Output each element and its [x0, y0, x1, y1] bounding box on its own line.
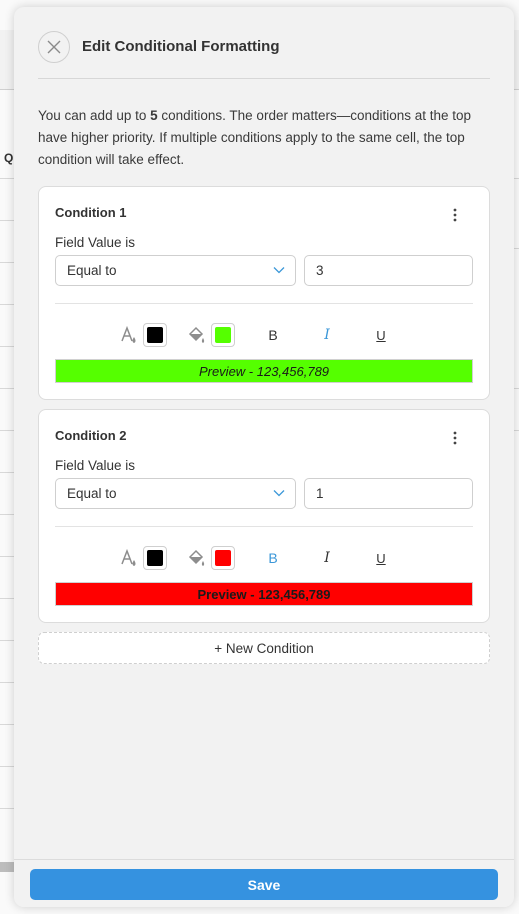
divider: [55, 526, 473, 527]
conditional-formatting-panel: Edit Conditional Formatting You can add …: [14, 7, 514, 907]
save-button[interactable]: Save: [30, 869, 498, 900]
condition-value-input[interactable]: [304, 255, 473, 286]
sheet-scrollbar: [0, 862, 14, 872]
panel-title: Edit Conditional Formatting: [82, 38, 280, 55]
field-value-label: Field Value is: [55, 235, 136, 250]
condition-card-2: Condition 2 Field Value is Equal to 1 B …: [38, 409, 490, 623]
more-vertical-icon: [453, 431, 457, 445]
underline-button[interactable]: U: [371, 323, 391, 347]
font-color-icon[interactable]: [119, 546, 139, 570]
condition-card-1: Condition 1 Field Value is Equal to 3 B …: [38, 186, 490, 400]
panel-footer: Save: [14, 859, 514, 907]
fill-color-swatch[interactable]: [211, 323, 235, 347]
fill-color-icon[interactable]: [185, 546, 207, 570]
fill-color-swatch[interactable]: [211, 546, 235, 570]
chevron-down-icon: [273, 267, 285, 274]
more-options-button[interactable]: [447, 205, 463, 225]
format-toolbar: B I U: [55, 546, 473, 570]
italic-button[interactable]: I: [317, 323, 337, 347]
condition-title: Condition 2: [55, 428, 127, 443]
operator-selected-value: Equal to: [67, 263, 117, 278]
field-value-label: Field Value is: [55, 458, 136, 473]
preview-bar: Preview - 123,456,789: [55, 582, 473, 606]
operator-select[interactable]: Equal to: [55, 478, 296, 509]
operator-selected-value: Equal to: [67, 486, 117, 501]
close-icon: [47, 40, 61, 54]
font-color-swatch[interactable]: [143, 323, 167, 347]
fill-color-icon[interactable]: [185, 323, 207, 347]
underline-button[interactable]: U: [371, 546, 391, 570]
operator-select[interactable]: Equal to: [55, 255, 296, 286]
sheet-header-left: [0, 30, 14, 90]
preview-bar: Preview - 123,456,789: [55, 359, 473, 383]
more-options-button[interactable]: [447, 428, 463, 448]
italic-button[interactable]: I: [317, 546, 337, 570]
format-toolbar: B I U: [55, 323, 473, 347]
chevron-down-icon: [273, 490, 285, 497]
font-color-icon[interactable]: [119, 323, 139, 347]
divider: [55, 303, 473, 304]
column-header: Q: [4, 151, 14, 165]
panel-header: Edit Conditional Formatting: [38, 31, 490, 79]
font-color-swatch[interactable]: [143, 546, 167, 570]
condition-value-input[interactable]: [304, 478, 473, 509]
bold-button[interactable]: B: [263, 546, 283, 570]
bold-button[interactable]: B: [263, 323, 283, 347]
close-button[interactable]: [38, 31, 70, 63]
more-vertical-icon: [453, 208, 457, 222]
new-condition-button[interactable]: + New Condition: [38, 632, 490, 664]
condition-title: Condition 1: [55, 205, 127, 220]
description-text: You can add up to 5 conditions. The orde…: [38, 108, 472, 167]
